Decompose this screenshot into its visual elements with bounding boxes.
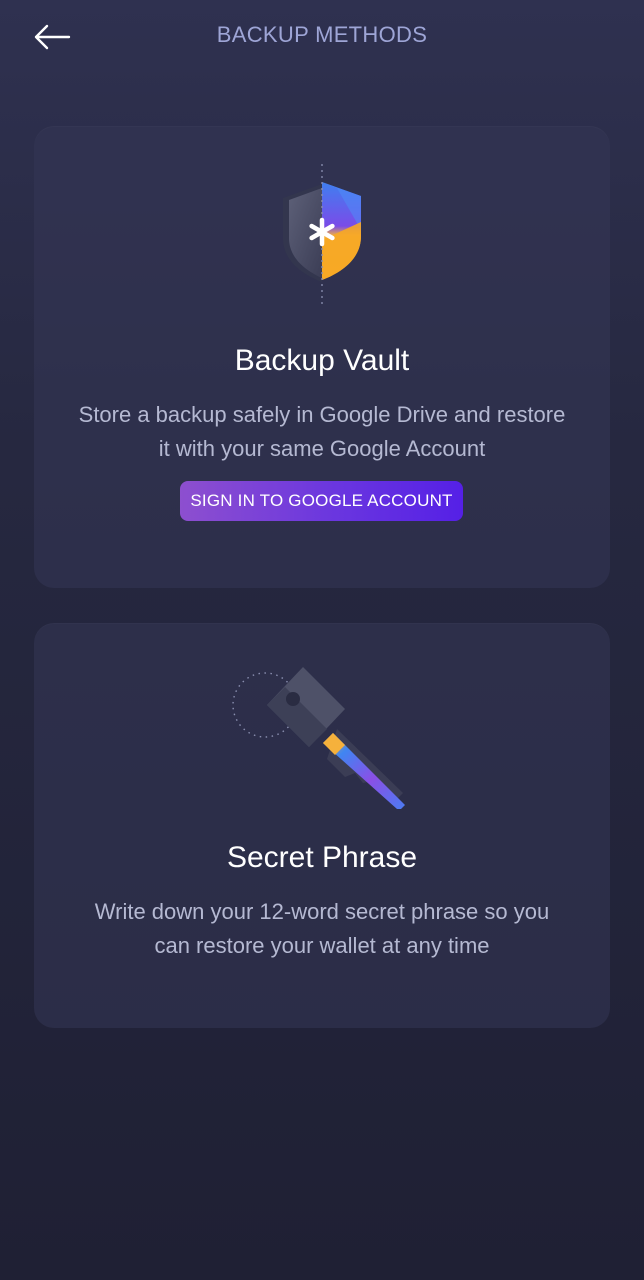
page-title: BACKUP METHODS (216, 22, 428, 47)
backup-vault-title: Backup Vault (234, 344, 410, 377)
sign-in-google-button[interactable]: SIGN IN TO GOOGLE ACCOUNT (180, 481, 463, 521)
shield-icon (283, 164, 361, 308)
secret-phrase-description: Write down your 12-word secret phrase so… (94, 899, 550, 958)
backup-vault-card: Backup Vault Store a backup safely in Go… (34, 126, 610, 588)
top-bar: BACKUP METHODS (0, 0, 644, 74)
secret-phrase-card[interactable]: Secret Phrase Write down your 12-word se… (34, 623, 610, 1028)
backup-vault-description: Store a backup safely in Google Drive an… (78, 402, 566, 461)
secret-phrase-title: Secret Phrase (226, 841, 418, 874)
key-icon (232, 667, 405, 809)
